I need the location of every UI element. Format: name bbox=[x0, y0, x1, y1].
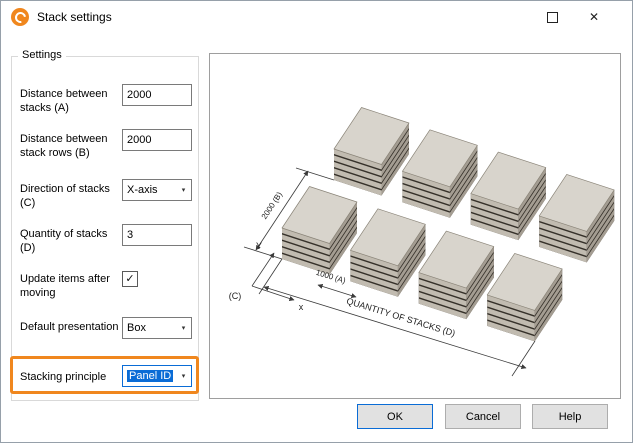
update-items-checkbox[interactable]: ✓ bbox=[122, 271, 138, 287]
field-label: Update items after moving bbox=[20, 272, 120, 300]
axis-y-label: Y bbox=[256, 241, 262, 251]
field-label: Distance between stacks (A) bbox=[20, 87, 120, 115]
stacking-principle-select[interactable]: Panel ID ▾ bbox=[122, 365, 192, 387]
distance-between-stacks-input[interactable] bbox=[122, 84, 192, 106]
row-distance-between-stacks: Distance between stacks (A) bbox=[20, 84, 196, 120]
title-bar: Stack settings ✕ bbox=[1, 1, 632, 33]
chevron-down-icon: ▾ bbox=[176, 186, 191, 194]
check-icon: ✓ bbox=[125, 274, 134, 285]
row-update-items: Update items after moving ✓ bbox=[20, 269, 196, 305]
row-default-presentation: Default presentation Box ▾ bbox=[20, 317, 196, 353]
window-controls: ✕ bbox=[538, 5, 608, 29]
quantity-of-stacks-input[interactable] bbox=[122, 224, 192, 246]
maximize-icon bbox=[547, 12, 558, 23]
settings-group-label: Settings bbox=[18, 49, 66, 61]
help-button[interactable]: Help bbox=[532, 404, 608, 429]
dim-row-spacing-label: 2000 (B) bbox=[260, 190, 285, 221]
selected-value: Box bbox=[123, 322, 176, 334]
stack-settings-dialog: Stack settings ✕ Settings Distance betwe… bbox=[0, 0, 633, 443]
axis-origin-label: (C) bbox=[229, 291, 242, 301]
chevron-down-icon: ▾ bbox=[176, 324, 191, 332]
distance-between-stack-rows-input[interactable] bbox=[122, 129, 192, 151]
maximize-button[interactable] bbox=[538, 5, 566, 29]
stacks-graphic bbox=[282, 108, 614, 342]
field-label: Direction of stacks (C) bbox=[20, 182, 120, 210]
close-icon: ✕ bbox=[589, 10, 599, 24]
stack-preview-illustration: QUANTITY OF STACKS (D) 2000 (B) 1000 (A)… bbox=[210, 54, 620, 398]
close-button[interactable]: ✕ bbox=[580, 5, 608, 29]
settings-group: Settings Distance between stacks (A) Dis… bbox=[11, 56, 199, 401]
field-label: Quantity of stacks (D) bbox=[20, 227, 120, 255]
row-quantity-of-stacks: Quantity of stacks (D) bbox=[20, 224, 196, 260]
row-stacking-principle: Stacking principle Panel ID ▾ bbox=[20, 365, 196, 401]
cancel-button[interactable]: Cancel bbox=[445, 404, 521, 429]
default-presentation-select[interactable]: Box ▾ bbox=[122, 317, 192, 339]
app-logo-icon bbox=[11, 8, 29, 26]
window-title: Stack settings bbox=[37, 10, 112, 24]
selected-value: Panel ID bbox=[127, 370, 173, 382]
preview-panel: QUANTITY OF STACKS (D) 2000 (B) 1000 (A)… bbox=[209, 53, 621, 399]
selected-value: X-axis bbox=[123, 184, 176, 196]
field-label: Stacking principle bbox=[20, 370, 120, 384]
row-direction-of-stacks: Direction of stacks (C) X-axis ▾ bbox=[20, 179, 196, 215]
chevron-down-icon: ▾ bbox=[176, 372, 191, 380]
direction-of-stacks-select[interactable]: X-axis ▾ bbox=[122, 179, 192, 201]
field-label: Default presentation bbox=[20, 320, 120, 334]
ok-button[interactable]: OK bbox=[357, 404, 433, 429]
row-distance-between-stack-rows: Distance between stack rows (B) bbox=[20, 129, 196, 165]
axis-x-label: x bbox=[299, 302, 304, 312]
field-label: Distance between stack rows (B) bbox=[20, 132, 120, 160]
